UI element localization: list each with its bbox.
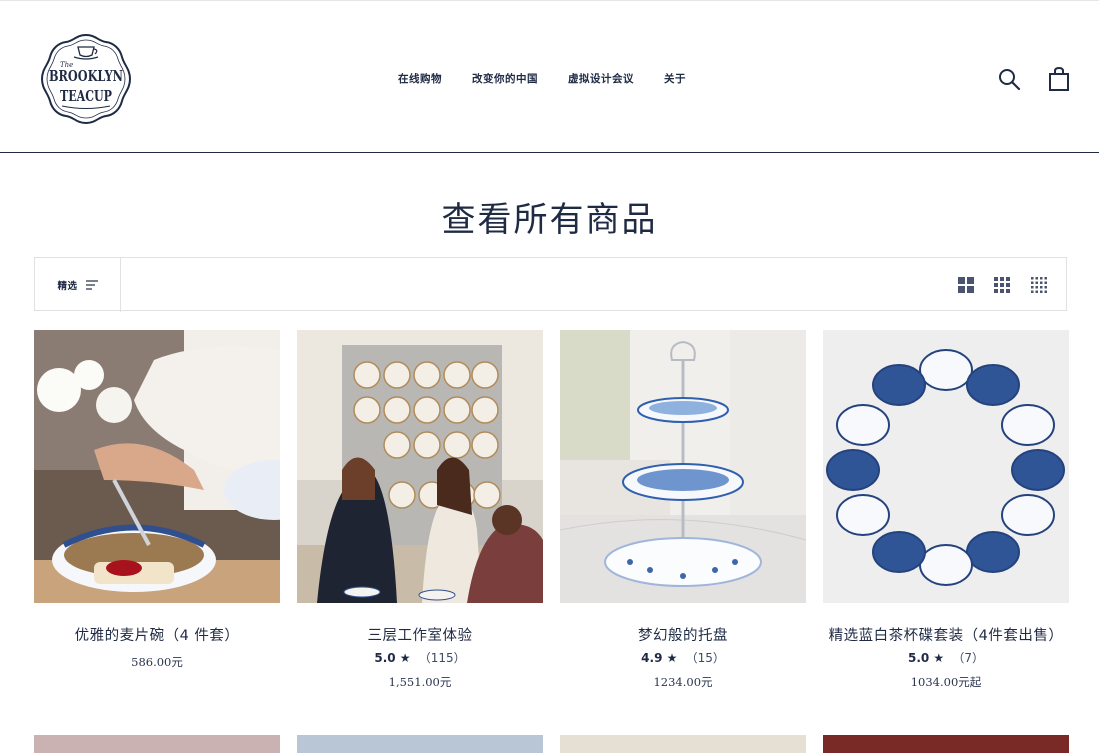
collection-toolbar: 精选 [34,257,1067,312]
product-price: 586.00元 [131,655,183,669]
product-image-partial[interactable] [560,735,806,753]
grid-large-icon[interactable] [957,276,975,294]
star-icon: ★ [399,651,411,665]
product-image-partial[interactable] [34,735,280,753]
product-image-partial[interactable] [297,735,543,753]
product-price: 1234.00元 [653,675,713,689]
product-rating: 4.9 ★ （15） [560,648,806,668]
main-nav: 在线购物 改变你的中国 虚拟设计会议 关于 [398,71,716,86]
nav-item-shop-online[interactable]: 在线购物 [398,71,442,86]
star-icon: ★ [666,651,678,665]
shopping-bag-icon[interactable] [1047,66,1071,92]
product-title[interactable]: 优雅的麦片碗（4 件套） [34,624,280,648]
product-card[interactable]: 梦幻般的托盘 4.9 ★ （15） 1234.00元 [559,330,807,694]
nav-item-virtual-design[interactable]: 虚拟设计会议 [568,71,634,86]
product-price: 1,551.00元 [388,675,452,689]
nav-item-change-china[interactable]: 改变你的中国 [472,71,538,86]
review-count[interactable]: （7） [952,651,984,665]
product-image-tiered-tray[interactable] [559,330,807,603]
review-count[interactable]: （115） [419,651,466,665]
sort-lines-icon [85,280,98,290]
rating-value: 5.0 [907,651,930,665]
product-image-teacup-set[interactable] [823,330,1069,603]
brooklyn-teacup-logo[interactable]: The BROOKLYN TEACUP [38,31,134,127]
filter-label: 精选 [57,281,78,292]
page-title: 查看所有商品 [441,200,658,240]
star-icon: ★ [933,651,945,665]
svg-text:BROOKLYN: BROOKLYN [49,67,123,85]
product-rating: 5.0 ★ （115） [297,648,543,668]
header-divider [0,152,1099,153]
product-image-studio-experience[interactable] [297,330,543,603]
search-icon[interactable] [997,67,1021,91]
product-card[interactable]: 精选蓝白茶杯碟套装（4件套出售） 5.0 ★ （7） 1034.00元起 [823,330,1069,694]
site-header: The BROOKLYN TEACUP 在线购物 改变你的中国 虚拟设计会议 关… [0,1,1099,153]
review-count[interactable]: （15） [686,651,725,665]
product-card[interactable]: 优雅的麦片碗（4 件套） 586.00元 [34,330,324,674]
filter-sort-button[interactable]: 精选 [35,258,121,312]
product-title[interactable]: 精选蓝白茶杯碟套装（4件套出售） [823,624,1069,648]
grid-small-icon[interactable] [1030,276,1048,294]
grid-medium-icon[interactable] [993,276,1011,294]
product-image-cereal-bowls[interactable] [34,330,324,603]
nav-item-about[interactable]: 关于 [664,71,686,86]
product-card[interactable]: 三层工作室体验 5.0 ★ （115） 1,551.00元 [297,330,543,694]
svg-text:TEACUP: TEACUP [60,87,112,105]
product-price: 1034.00元起 [910,675,982,689]
product-rating: 5.0 ★ （7） [823,648,1069,668]
product-image-partial[interactable] [823,735,1069,753]
rating-value: 4.9 [641,651,663,665]
rating-value: 5.0 [374,651,396,665]
product-title[interactable]: 梦幻般的托盘 [560,624,806,648]
product-title[interactable]: 三层工作室体验 [297,624,543,648]
